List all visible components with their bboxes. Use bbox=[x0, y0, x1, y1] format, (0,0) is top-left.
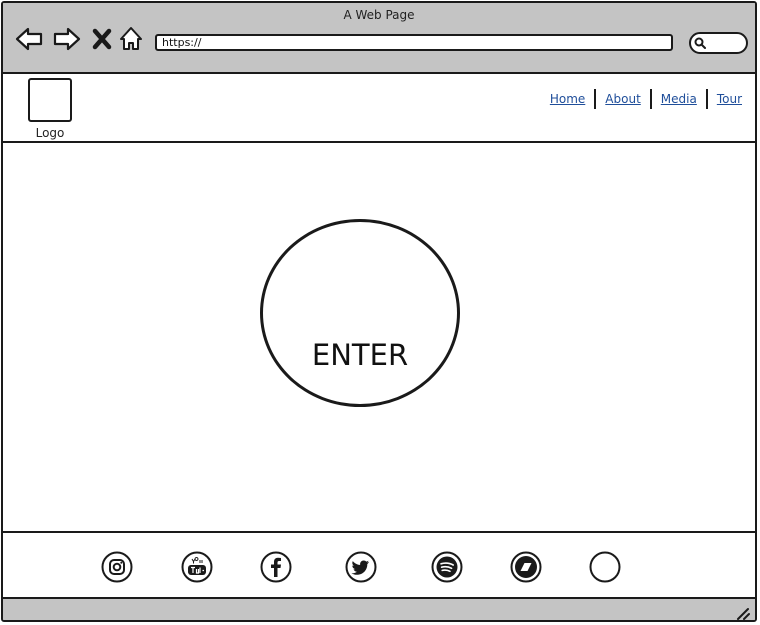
nav-divider bbox=[594, 89, 597, 109]
spotify-icon[interactable] bbox=[431, 551, 463, 583]
instagram-icon[interactable] bbox=[101, 551, 133, 583]
nav-divider bbox=[705, 89, 708, 109]
site-header: Logo Home About Media Tour bbox=[3, 74, 755, 143]
youtube-icon[interactable] bbox=[181, 551, 213, 583]
nav-divider bbox=[649, 89, 652, 109]
twitter-icon[interactable] bbox=[345, 551, 377, 583]
nav-link-tour[interactable]: Tour bbox=[717, 92, 742, 106]
nav-link-media[interactable]: Media bbox=[661, 92, 697, 106]
bandcamp-icon[interactable] bbox=[510, 551, 542, 583]
resize-grip-icon[interactable] bbox=[735, 605, 751, 621]
close-x-icon[interactable] bbox=[91, 25, 113, 53]
search-icon bbox=[694, 37, 706, 49]
enter-button[interactable]: ENTER bbox=[260, 219, 460, 407]
logo-label: Logo bbox=[35, 126, 65, 140]
nav-link-about[interactable]: About bbox=[605, 92, 640, 106]
forward-arrow-icon[interactable] bbox=[53, 25, 81, 53]
top-navigation: Home About Media Tour bbox=[550, 89, 742, 109]
home-icon[interactable] bbox=[118, 25, 144, 53]
blank-circle-icon[interactable] bbox=[589, 551, 621, 583]
site-footer bbox=[3, 531, 755, 599]
enter-label: ENTER bbox=[311, 338, 409, 372]
logo-image[interactable] bbox=[28, 78, 72, 122]
back-arrow-icon[interactable] bbox=[15, 25, 43, 53]
nav-link-home[interactable]: Home bbox=[550, 92, 585, 106]
search-button[interactable] bbox=[689, 32, 748, 54]
url-field[interactable]: https:// bbox=[155, 34, 673, 51]
browser-title-bar: A Web Page https:// bbox=[3, 3, 755, 74]
main-content: ENTER bbox=[3, 143, 755, 533]
window-title: A Web Page bbox=[343, 8, 415, 22]
status-bar bbox=[3, 599, 755, 621]
facebook-icon[interactable] bbox=[260, 551, 292, 583]
browser-window: A Web Page https:// Logo Home About Medi… bbox=[1, 1, 757, 622]
